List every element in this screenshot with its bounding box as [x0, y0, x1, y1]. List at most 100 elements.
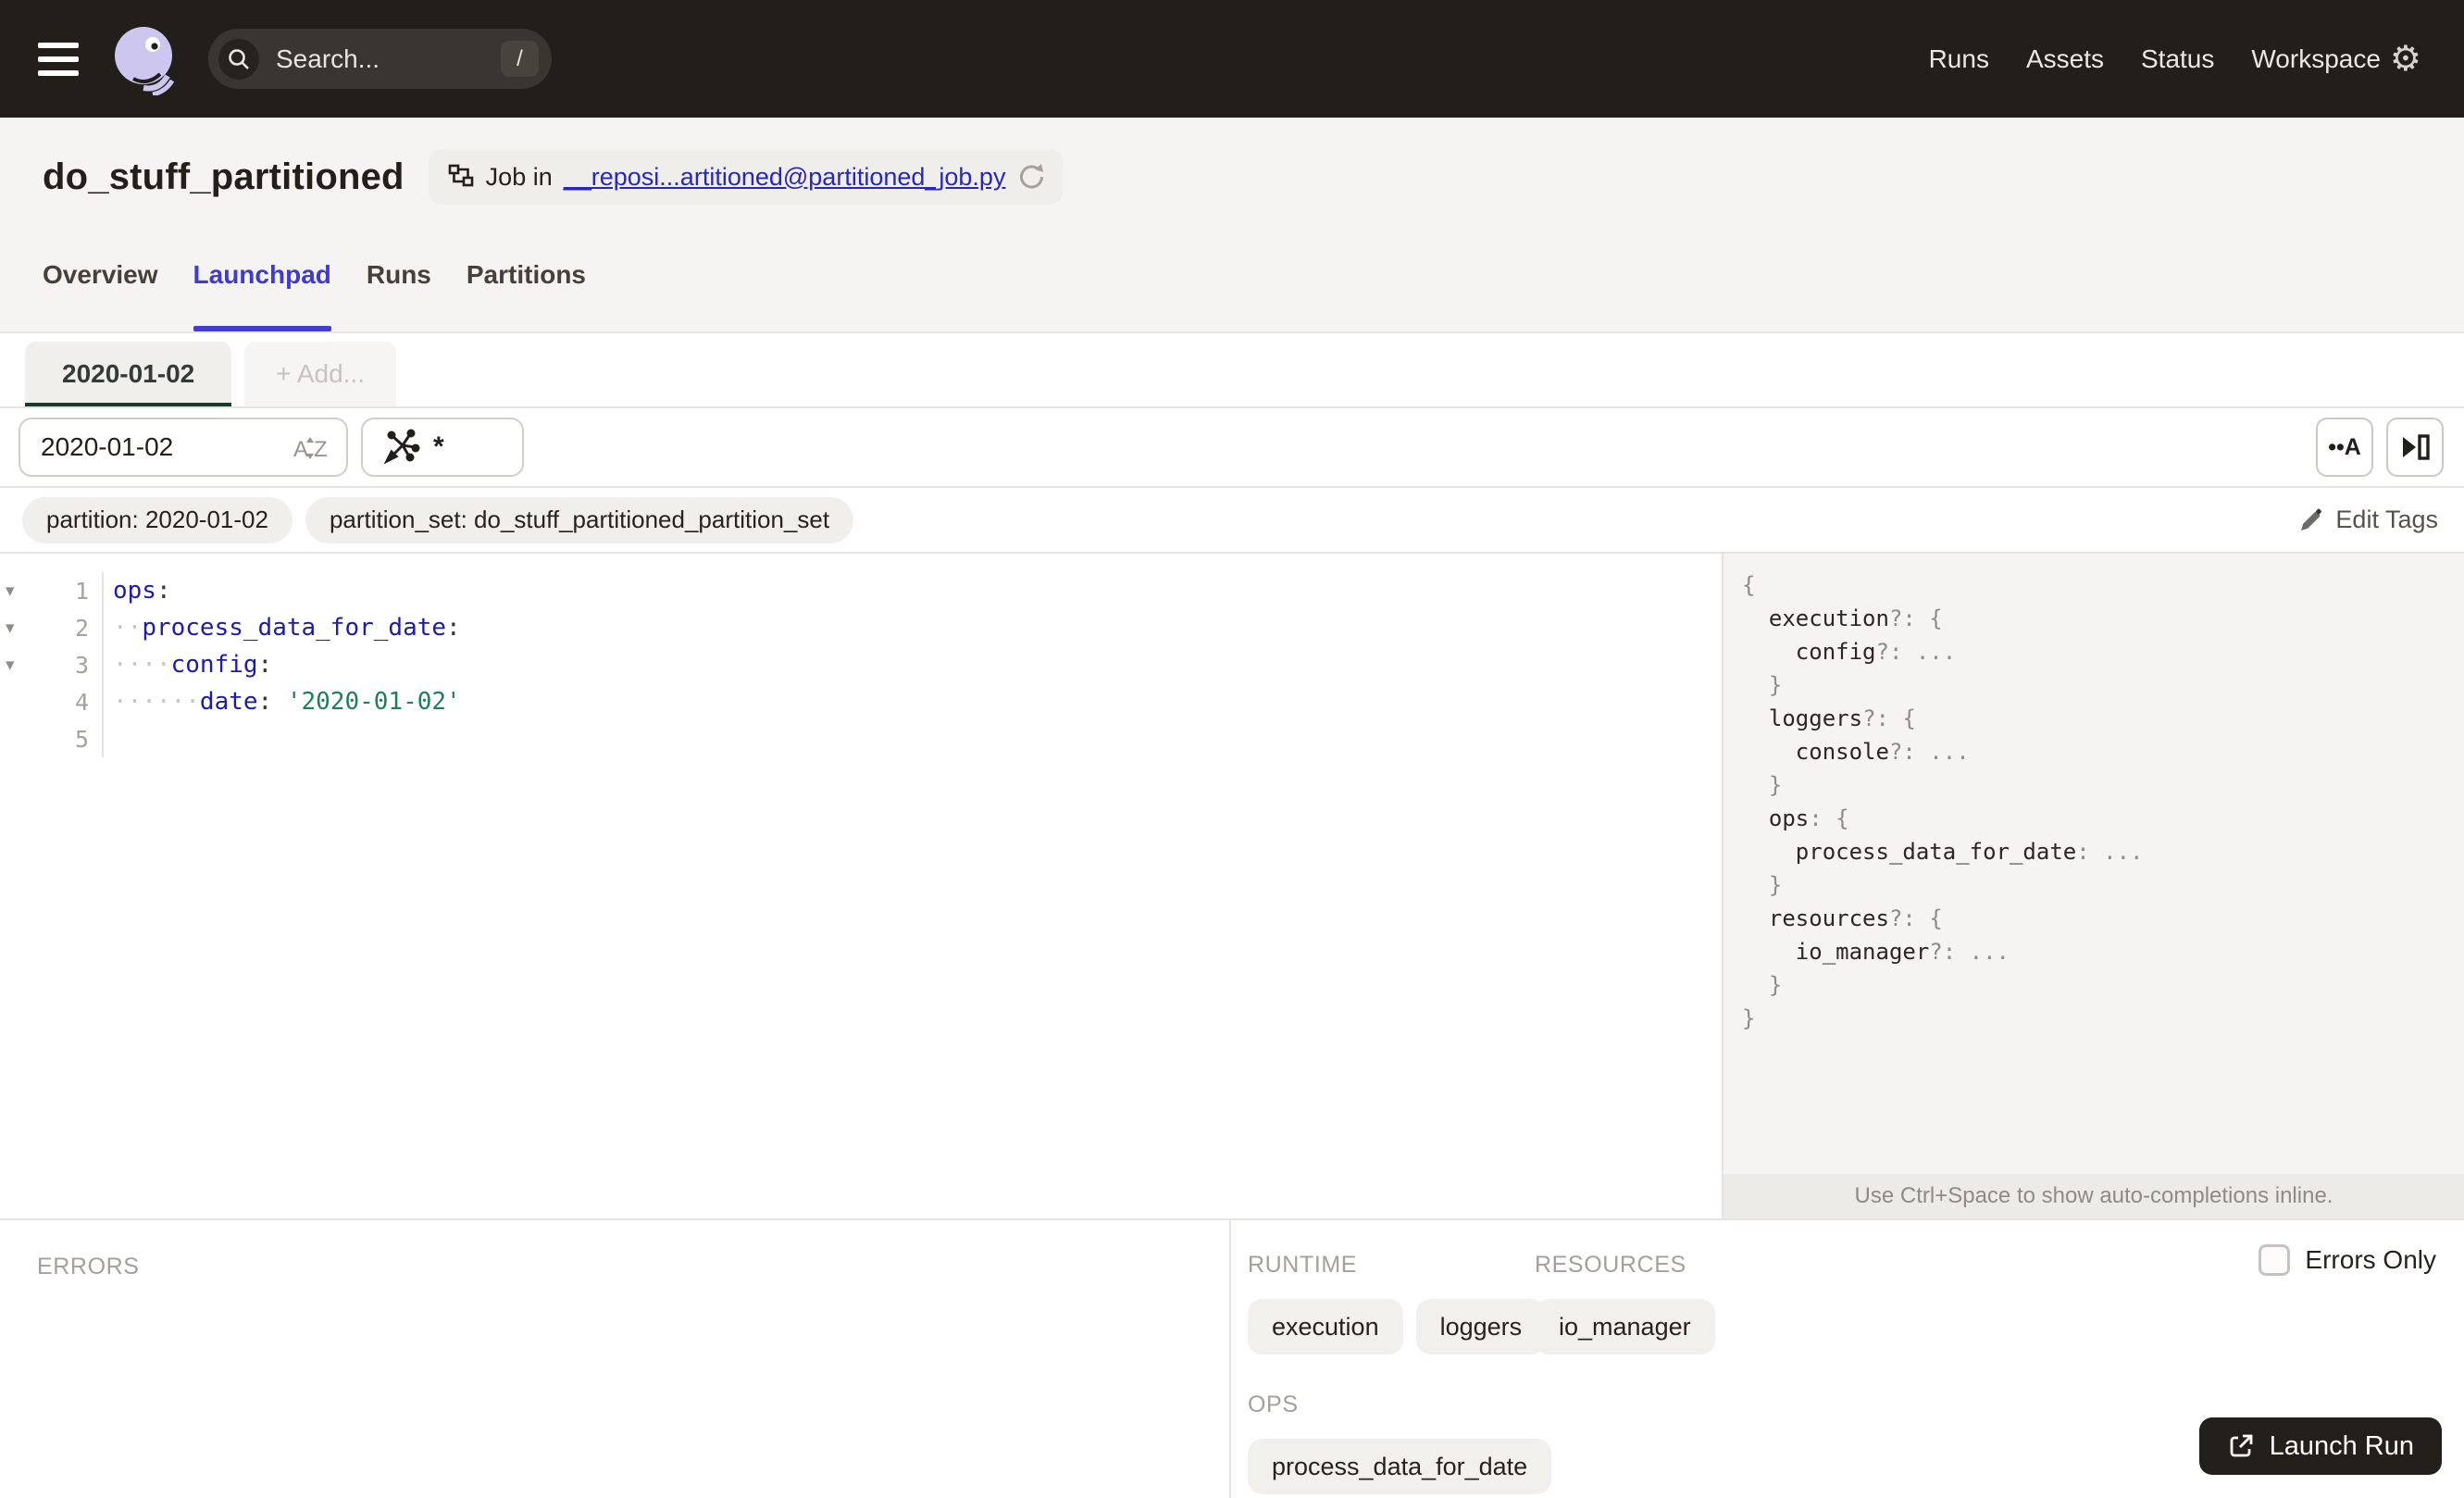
schema-segment: ?: ...: [1888, 739, 1970, 765]
schema-segment: resources: [1768, 905, 1889, 931]
schema-line: ops: {: [1742, 802, 2464, 835]
schema-segment: [1742, 972, 1769, 998]
code-segment: process_data_for_date: [142, 614, 447, 642]
resource-pills: io_manager: [1535, 1299, 1715, 1354]
edit-tags-button[interactable]: Edit Tags: [2298, 506, 2438, 534]
svg-text:Z: Z: [314, 437, 328, 462]
edit-tags-label: Edit Tags: [2335, 506, 2438, 533]
fold-arrow-icon[interactable]: ▾: [0, 580, 28, 602]
tag-pill: partition_set: do_stuff_partitioned_part…: [305, 496, 854, 543]
gutter-cell: ▾ 2: [0, 609, 104, 646]
launchpad-toolbar: A Z * ••A: [0, 408, 2464, 488]
launchpad-config-tabs: 2020-01-02 + Add...: [0, 333, 2464, 408]
schema-tree: { execution?: { config?: ... } loggers?:…: [1724, 554, 2464, 1174]
config-tab-label: 2020-01-02: [62, 359, 195, 388]
tab-partitions[interactable]: Partitions: [467, 260, 586, 331]
global-search[interactable]: /: [208, 29, 552, 89]
fold-arrow-icon[interactable]: ▾: [0, 618, 28, 639]
code-text: ····config:: [104, 651, 272, 679]
job-badge-prefix: Job in: [485, 162, 553, 191]
config-schema-panel: { execution?: { config?: ... } loggers?:…: [1722, 554, 2464, 1218]
job-header: do_stuff_partitioned Job in __reposi...a…: [0, 118, 2464, 333]
code-segment: :: [446, 614, 461, 642]
schema-segment: }: [1768, 972, 1783, 998]
fold-arrow-icon[interactable]: ▾: [0, 655, 28, 676]
schema-segment: }: [1768, 672, 1783, 698]
schema-line: }: [1742, 868, 2464, 902]
search-shortcut-key: /: [501, 41, 539, 77]
errors-only-label: Errors Only: [2305, 1245, 2436, 1274]
gutter-cell: 4: [0, 683, 104, 720]
tab-overview[interactable]: Overview: [43, 260, 158, 331]
schema-segment: ?: {: [1888, 905, 1943, 931]
schema-line: {: [1742, 568, 2464, 602]
add-config-tab-label: + Add...: [276, 359, 365, 388]
editor-line: 5: [0, 720, 1722, 757]
partition-select-input[interactable]: [41, 432, 291, 462]
schema-segment: loggers: [1768, 705, 1863, 731]
search-input[interactable]: [276, 44, 501, 74]
schema-segment: io_manager: [1795, 939, 1930, 965]
config-pill-execution: execution: [1248, 1299, 1403, 1354]
pencil-icon: [2301, 508, 2322, 531]
resources-label: RESOURCES: [1535, 1252, 1686, 1278]
job-tabs: Overview Launchpad Runs Partitions: [43, 260, 586, 331]
line-number: 2: [74, 614, 89, 642]
schema-segment: [1742, 805, 1769, 831]
partition-select[interactable]: A Z: [19, 418, 348, 477]
scaffold-config-button[interactable]: [2386, 418, 2444, 477]
config-tab-active[interactable]: 2020-01-02: [25, 342, 232, 406]
tags-row: partition: 2020-01-02 partition_set: do_s…: [0, 488, 2464, 554]
code-text: ······date: '2020-01-02': [104, 688, 461, 716]
code-segment: ··: [113, 614, 143, 642]
nav-status[interactable]: Status: [2141, 44, 2214, 74]
errors-only-toggle[interactable]: Errors Only: [2259, 1244, 2436, 1276]
top-nav-links: Runs Assets Status Workspace: [1929, 44, 2381, 74]
tab-label: Overview: [43, 260, 158, 289]
schema-segment: : {: [1809, 805, 1849, 831]
nav-runs[interactable]: Runs: [1929, 44, 1989, 74]
schema-line: }: [1742, 668, 2464, 702]
schema-segment: ops: [1768, 805, 1810, 831]
settings-gear-icon[interactable]: ⚙: [2390, 42, 2421, 77]
tab-launchpad[interactable]: Launchpad: [193, 260, 331, 331]
hamburger-menu-icon[interactable]: [38, 42, 79, 76]
editor-line: ▾ 2 ··process_data_for_date:: [0, 609, 1722, 646]
autocomplete-hint: Use Ctrl+Space to show auto-completions …: [1724, 1174, 2464, 1218]
job-file-link[interactable]: __reposi...artitioned@partitioned_job.py: [564, 163, 1006, 192]
dagster-logo-icon[interactable]: [108, 23, 180, 95]
line-number: 4: [74, 688, 89, 716]
config-editor[interactable]: ▾ 1 ops: ▾ 2 ··process_data_for_date: ▾ 3 ····co…: [0, 554, 1722, 1218]
errors-only-checkbox[interactable]: [2259, 1244, 2291, 1276]
nav-workspace[interactable]: Workspace: [2251, 44, 2381, 74]
schema-segment: [1742, 772, 1769, 798]
schema-segment: process_data_for_date: [1795, 839, 2077, 865]
search-icon: [218, 38, 259, 80]
schema-segment: }: [1768, 772, 1783, 798]
tab-runs[interactable]: Runs: [367, 260, 431, 331]
launch-run-button[interactable]: Launch Run: [2198, 1417, 2442, 1475]
schema-segment: [1742, 872, 1769, 898]
job-origin-badge: Job in __reposi...artitioned@partitioned…: [428, 149, 1064, 205]
job-schema-icon: [448, 164, 473, 187]
tab-label: Partitions: [466, 260, 587, 289]
schema-line: }: [1742, 768, 2464, 802]
nav-assets[interactable]: Assets: [2026, 44, 2104, 74]
code-segment: ······: [113, 688, 200, 716]
runtime-label: RUNTIME: [1248, 1252, 1358, 1278]
add-config-tab-button[interactable]: + Add...: [244, 342, 396, 406]
schema-segment: execution: [1768, 605, 1889, 631]
config-pill-loggers: loggers: [1415, 1299, 1547, 1354]
editor-line: ▾ 1 ops:: [0, 572, 1722, 609]
code-text: ··process_data_for_date:: [104, 614, 461, 642]
schema-line: console?: ...: [1742, 735, 2464, 768]
reload-icon[interactable]: [1016, 163, 1044, 191]
schema-line: loggers?: {: [1742, 702, 2464, 735]
code-segment: '2020-01-02': [286, 688, 461, 716]
toggle-whitespace-button[interactable]: ••A: [2316, 418, 2373, 477]
op-selector[interactable]: *: [361, 418, 524, 477]
code-segment: date: [199, 688, 258, 716]
ops-pills: process_data_for_date: [1248, 1439, 1552, 1494]
schema-line: }: [1742, 968, 2464, 1002]
schema-line: }: [1742, 1002, 2464, 1035]
